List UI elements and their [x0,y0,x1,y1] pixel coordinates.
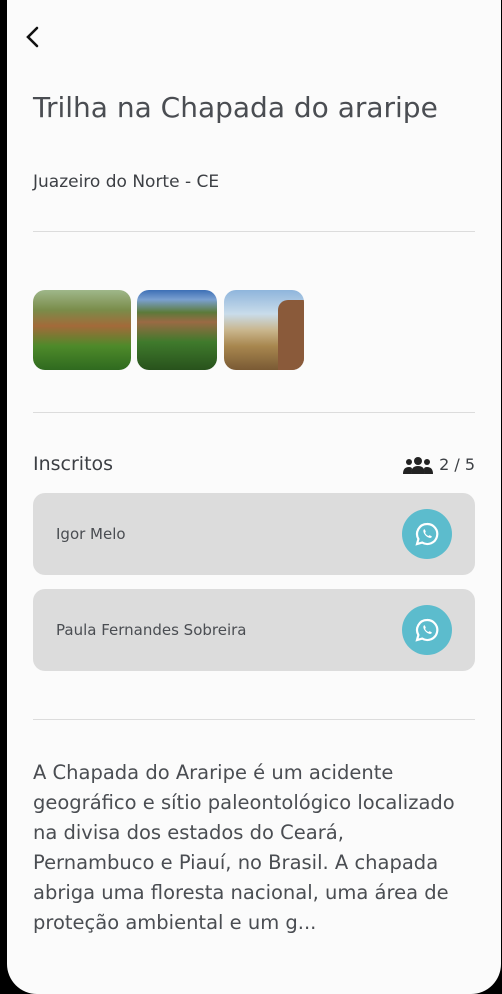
photo-thumbnail-1[interactable] [33,290,131,370]
divider [33,412,475,413]
event-description: A Chapada do Araripe é um acidente geogr… [33,761,455,934]
back-button[interactable] [21,22,45,52]
participants-count: 2 / 5 [403,455,475,474]
chevron-left-icon [26,26,39,48]
whatsapp-button[interactable] [402,605,452,655]
participant-name: Paula Fernandes Sobreira [56,621,247,639]
event-detail-screen: Trilha na Chapada do araripe Juazeiro do… [7,0,501,994]
participant-name: Igor Melo [56,525,126,543]
participant-card: Paula Fernandes Sobreira [33,589,475,671]
users-icon [403,456,434,474]
participants-label: Inscritos [33,453,114,475]
divider [33,719,475,720]
event-title: Trilha na Chapada do araripe [33,91,438,124]
divider [33,231,475,232]
participants-count-text: 2 / 5 [439,455,475,474]
participant-card: Igor Melo [33,493,475,575]
whatsapp-icon [415,522,439,546]
whatsapp-button[interactable] [402,509,452,559]
photo-thumbnail-2[interactable] [137,290,217,370]
event-location: Juazeiro do Norte - CE [33,172,220,192]
whatsapp-icon [415,618,439,642]
photo-thumbnail-3[interactable] [224,290,304,370]
